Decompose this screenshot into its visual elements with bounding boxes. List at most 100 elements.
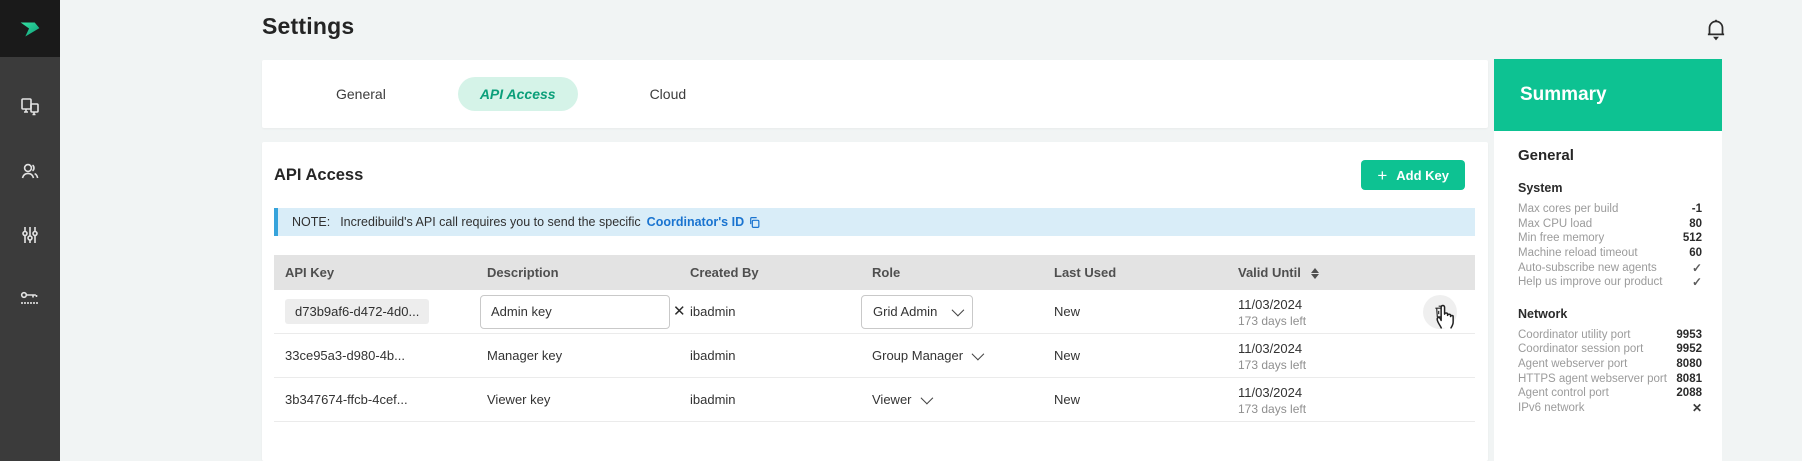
summary-row: HTTPS agent webserver port 8081	[1518, 371, 1702, 386]
cross-icon: ✕	[1692, 401, 1702, 415]
api-key-value[interactable]: d73b9af6-d472-4d0...	[285, 299, 429, 324]
note-text: Incredibuild's API call requires you to …	[340, 215, 640, 229]
valid-until-label: Valid Until	[1238, 265, 1301, 280]
summary-row: Agent control port 2088	[1518, 386, 1702, 401]
summary-row: Auto-subscribe new agents ✓	[1518, 260, 1702, 275]
table-header-row: API Key Description Created By Role Last…	[274, 255, 1475, 290]
check-icon: ✓	[1692, 275, 1702, 289]
summary-network-rows: Coordinator utility port 9953 Coordinator…	[1518, 328, 1702, 416]
chevron-down-icon	[972, 348, 985, 361]
description-input-wrap: ✕	[480, 295, 670, 329]
days-left: 173 days left	[1238, 357, 1417, 374]
role-dropdown[interactable]: Grid Admin	[861, 295, 973, 329]
summary-row: Coordinator session port9952	[1518, 342, 1702, 357]
note-banner: NOTE: Incredibuild's API call requires y…	[274, 208, 1475, 236]
summary-label: Machine reload timeout	[1518, 247, 1638, 259]
summary-value: 8080	[1676, 358, 1702, 370]
sidebar-item-users-icon[interactable]	[8, 150, 52, 192]
description-value[interactable]: Viewer key	[476, 392, 679, 407]
summary-row: Min free memory512	[1518, 231, 1702, 246]
col-header-role: Role	[861, 265, 1043, 280]
role-value: Viewer	[872, 392, 912, 407]
days-left: 173 days left	[1238, 313, 1417, 330]
incredibuild-logo[interactable]	[0, 0, 60, 57]
summary-value: 9952	[1676, 343, 1702, 355]
col-header-api-key: API Key	[274, 265, 476, 280]
summary-header: Summary	[1494, 59, 1722, 131]
summary-system-rows: Max cores per build-1 Max CPU load 80 Min…	[1518, 202, 1702, 290]
api-key-value[interactable]: 3b347674-ffcb-4cef...	[274, 392, 476, 407]
tab-api-access[interactable]: API Access	[458, 77, 578, 111]
coordinator-id-link[interactable]: Coordinator's ID	[647, 215, 761, 229]
role-value: Group Manager	[872, 348, 963, 363]
api-key-value[interactable]: 33ce95a3-d980-4b...	[274, 348, 476, 363]
valid-until-date: 11/03/2024	[1238, 296, 1417, 313]
created-by-value: ibadmin	[679, 304, 861, 319]
summary-label: IPv6 network	[1518, 402, 1584, 414]
sort-icon[interactable]	[1311, 268, 1319, 279]
last-used-value: New	[1043, 304, 1227, 319]
summary-value: 512	[1683, 232, 1702, 244]
role-dropdown[interactable]: Viewer	[872, 392, 1043, 407]
description-value[interactable]: Manager key	[476, 348, 679, 363]
summary-label: Help us improve our product	[1518, 276, 1662, 288]
settings-tab-bar: General API Access Cloud	[262, 60, 1488, 128]
role-dropdown[interactable]: Group Manager	[872, 348, 1043, 363]
summary-row: IPv6 network ✕	[1518, 401, 1702, 416]
summary-value: 8081	[1676, 373, 1702, 385]
summary-title: Summary	[1520, 84, 1607, 106]
incredibuild-logo-icon	[15, 14, 45, 44]
note-prefix: NOTE:	[292, 215, 330, 229]
api-keys-table: API Key Description Created By Role Last…	[274, 255, 1475, 422]
description-input[interactable]	[491, 304, 667, 319]
sidebar-item-settings-sliders-icon[interactable]	[8, 214, 52, 256]
last-used-value: New	[1043, 392, 1227, 407]
copy-icon[interactable]	[748, 216, 761, 229]
sidebar-item-api-keys-icon[interactable]	[8, 278, 52, 320]
col-header-description: Description	[476, 265, 679, 280]
incredibuild-settings-screen: Settings General API Access Cloud API Ac…	[0, 0, 1802, 461]
summary-value: 60	[1689, 247, 1702, 259]
api-access-card: API Access + Add Key NOTE: Incredibuild'…	[262, 142, 1488, 461]
tab-general[interactable]: General	[314, 77, 408, 111]
summary-label: Auto-subscribe new agents	[1518, 262, 1657, 274]
summary-value: 2088	[1676, 387, 1702, 399]
summary-label: Agent webserver port	[1518, 358, 1627, 370]
delete-key-button[interactable]	[1423, 295, 1457, 329]
created-by-value: ibadmin	[679, 348, 861, 363]
sidebar	[0, 0, 60, 461]
valid-until-date: 11/03/2024	[1238, 384, 1417, 401]
summary-group-network: Network	[1518, 307, 1702, 321]
summary-value: -1	[1692, 203, 1702, 215]
summary-value: 9953	[1676, 329, 1702, 341]
summary-body: General System Max cores per build-1 Max…	[1494, 131, 1722, 461]
table-row: 33ce95a3-d980-4b... Manager key ibadmin …	[274, 334, 1475, 378]
created-by-value: ibadmin	[679, 392, 861, 407]
days-left: 173 days left	[1238, 401, 1417, 418]
summary-label: Max CPU load	[1518, 218, 1592, 230]
summary-row: Max CPU load 80	[1518, 217, 1702, 232]
notifications-bell-icon[interactable]	[1700, 14, 1732, 46]
summary-label: HTTPS agent webserver port	[1518, 373, 1667, 385]
tab-cloud[interactable]: Cloud	[628, 77, 709, 111]
summary-panel: Summary General System Max cores per bui…	[1494, 59, 1722, 461]
plus-icon: +	[1377, 167, 1387, 184]
add-key-button[interactable]: + Add Key	[1361, 160, 1465, 190]
summary-label: Agent control port	[1518, 387, 1609, 399]
check-icon: ✓	[1692, 261, 1702, 275]
sidebar-item-agents-icon[interactable]	[8, 86, 52, 128]
add-key-label: Add Key	[1396, 168, 1449, 183]
api-access-header: API Access + Add Key	[262, 142, 1488, 190]
valid-until-date: 11/03/2024	[1238, 340, 1417, 357]
col-header-created-by: Created By	[679, 265, 861, 280]
summary-row: Max cores per build-1	[1518, 202, 1702, 217]
summary-label: Coordinator utility port	[1518, 329, 1631, 341]
valid-until-cell: 11/03/2024 173 days left	[1227, 338, 1417, 374]
trash-icon	[1432, 303, 1448, 320]
role-value: Grid Admin	[873, 304, 937, 319]
col-header-valid-until[interactable]: Valid Until	[1227, 265, 1417, 280]
summary-value: 80	[1689, 218, 1702, 230]
page-title: Settings	[262, 13, 354, 40]
valid-until-cell: 11/03/2024 173 days left	[1227, 382, 1417, 418]
chevron-down-icon	[952, 304, 965, 317]
